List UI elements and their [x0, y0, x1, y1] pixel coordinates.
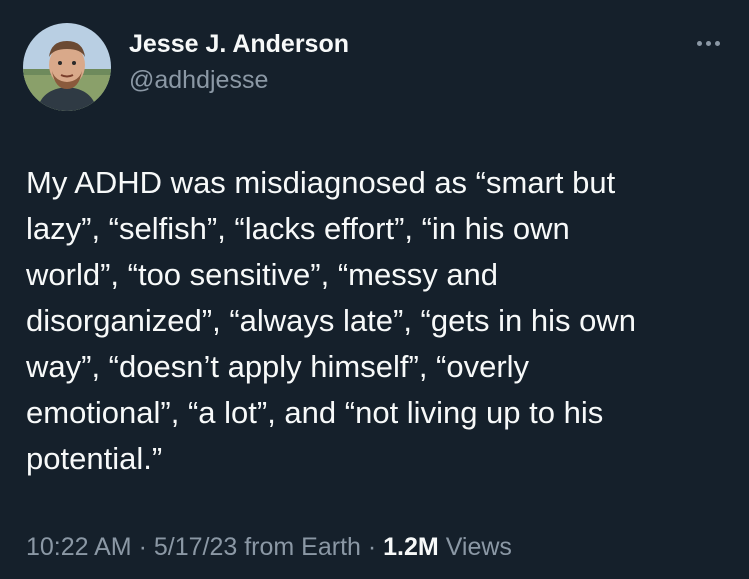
- author-avatar[interactable]: [23, 23, 111, 111]
- tweet-text: My ADHD was misdiagnosed as “smart but l…: [26, 160, 726, 482]
- tweet-text-line: potential.”: [26, 441, 163, 476]
- views-label[interactable]: Views: [439, 533, 512, 561]
- tweet-text-line: emotional”, “a lot”, and “not living up …: [26, 395, 604, 430]
- tweet-text-line: My ADHD was misdiagnosed as “smart but: [26, 165, 616, 200]
- meta-separator: ·: [131, 533, 154, 561]
- tweet-time[interactable]: 10:22 AM: [26, 533, 132, 561]
- author-display-name[interactable]: Jesse J. Anderson: [129, 29, 349, 59]
- tweet-text-line: way”, “doesn’t apply himself”, “overly: [26, 349, 530, 384]
- meta-separator: ·: [360, 533, 384, 561]
- author-handle[interactable]: @adhdjesse: [129, 65, 268, 95]
- views-count[interactable]: 1.2M: [383, 533, 439, 561]
- more-dot: [714, 40, 720, 46]
- avatar-photo: [23, 23, 111, 111]
- tweet-text-line: lazy”, “selfish”, “lacks effort”, “in hi…: [26, 211, 570, 246]
- tweet-text-line: world”, “too sensitive”, “messy and: [26, 257, 499, 292]
- more-options-icon[interactable]: [691, 32, 725, 54]
- tweet-card: Jesse J. Anderson @adhdjesse My ADHD was…: [0, 0, 749, 579]
- more-dot: [705, 40, 711, 46]
- tweet-metadata: 10:22 AM · 5/17/23 from Earth · 1.2M Vie…: [26, 532, 512, 562]
- tweet-text-line: disorganized”, “always late”, “gets in h…: [26, 303, 636, 338]
- more-dot: [696, 40, 702, 46]
- tweet-source: from Earth: [237, 533, 361, 561]
- tweet-date[interactable]: 5/17/23: [154, 533, 237, 561]
